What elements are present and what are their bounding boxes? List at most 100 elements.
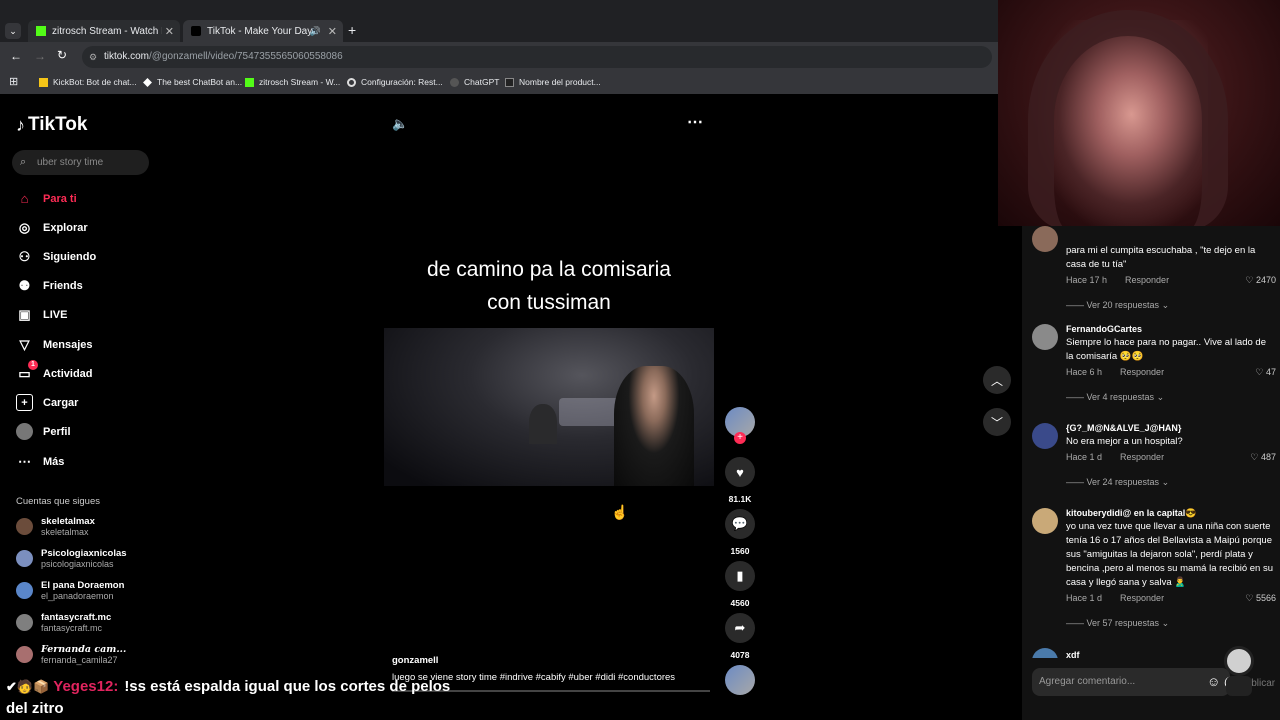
next-video-button[interactable]: ﹀ — [983, 408, 1011, 436]
bookmark-chatgpt[interactable]: ChatGPT — [450, 77, 499, 87]
chat-username: Yeges12: — [53, 678, 119, 695]
nav-explorar[interactable]: ◎ Explorar — [16, 219, 88, 236]
comment-username[interactable]: {G?_M@N&ALVE_J@HAN} — [1066, 423, 1181, 433]
bookmark-chatbot[interactable]: The best ChatBot an... — [143, 77, 242, 87]
avatar — [1032, 324, 1058, 350]
new-tab-button[interactable]: + — [348, 22, 356, 38]
comment-like-button[interactable]: ♡ 47 — [1255, 367, 1276, 378]
comment-like-button[interactable]: ♡ 2470 — [1245, 275, 1276, 286]
following-account[interactable]: El pana Doraemon el_panadoraemon — [16, 580, 124, 601]
video-caption-line-2: con tussiman — [487, 291, 611, 314]
comment-like-button[interactable]: ♡ 487 — [1250, 452, 1276, 463]
reload-icon[interactable]: ↻ — [57, 48, 67, 62]
nav-friends[interactable]: ⚉ Friends — [16, 277, 83, 294]
view-replies-button[interactable]: —— Ver 4 respuestas ⌄ — [1066, 392, 1164, 403]
speaker-icon[interactable]: 🔊 — [310, 26, 321, 37]
reply-button[interactable]: Responder — [1125, 275, 1169, 285]
nav-para-ti[interactable]: ⌂ Para ti — [16, 190, 77, 207]
kick-icon — [36, 26, 46, 36]
video-rear-passenger — [529, 404, 557, 444]
bookmark-config[interactable]: Configuración: Rest... — [347, 77, 443, 87]
save-button[interactable]: ▮ 4560 — [725, 561, 755, 608]
comment-username[interactable]: FernandoGCartes — [1066, 324, 1142, 334]
nav-actividad[interactable]: ▭ 1 Actividad — [16, 360, 93, 382]
following-account[interactable]: Fernanda cam... fernanda_camila27 — [16, 644, 126, 665]
video-player[interactable] — [384, 328, 714, 486]
nav-mas[interactable]: ⋯ Más — [16, 453, 64, 470]
chat-badges-icon: ✔🧑📦 — [6, 678, 50, 694]
avatar — [16, 518, 33, 535]
tiktok-note-icon: ♪ — [16, 114, 25, 135]
tiktok-sidebar: ♪ TikTok ⌕ uber story time ⌂ Para ti ◎ Exp… — [0, 96, 160, 720]
following-account[interactable]: fantasycraft.mc fantasycraft.mc — [16, 612, 111, 633]
reply-button[interactable]: Responder — [1120, 367, 1164, 377]
back-icon[interactable]: ← — [10, 49, 22, 63]
avatar — [1032, 508, 1058, 534]
compass-icon: ◎ — [18, 219, 31, 235]
cat-mascot-icon — [1214, 636, 1258, 696]
reply-button[interactable]: Responder — [1120, 452, 1164, 462]
nav-siguiendo[interactable]: ⚇ Siguiendo — [16, 248, 97, 265]
close-icon[interactable]: ✕ — [165, 25, 174, 38]
url-field[interactable]: ⚙ tiktok.com/@gonzamell/video/7547355565… — [82, 46, 992, 68]
activity-icon: ▭ 1 — [16, 360, 38, 382]
view-replies-button[interactable]: —— Ver 20 respuestas ⌄ — [1066, 300, 1169, 311]
video-light-spot — [559, 398, 619, 426]
bookmark-kickbot[interactable]: KickBot: Bot de chat... — [39, 77, 137, 87]
share-button[interactable]: ➦ 4078 — [725, 613, 755, 660]
bookmark-product[interactable]: Nombre del product... — [505, 77, 601, 87]
nav-cargar[interactable]: + Cargar — [16, 394, 78, 411]
video-author[interactable]: gonzamell — [392, 655, 438, 666]
live-tv-icon: ▣ — [18, 306, 31, 322]
comment-username[interactable]: kitouberydidi@ en la capital😎 — [1066, 508, 1197, 519]
tiktok-icon — [191, 26, 201, 36]
comment-username[interactable]: xdf — [1066, 650, 1080, 658]
comment-like-button[interactable]: ♡ 5566 — [1245, 593, 1276, 604]
comment-button[interactable]: 💬 1560 — [725, 509, 755, 556]
bookmark-zitrosch[interactable]: zitrosch Stream - W... — [245, 77, 340, 87]
nav-perfil[interactable]: Perfil — [16, 423, 71, 440]
avatar — [1032, 423, 1058, 449]
diamond-icon — [143, 77, 152, 87]
following-heading: Cuentas que sigues — [16, 496, 100, 507]
search-input[interactable]: ⌕ uber story time — [12, 150, 149, 175]
comment-bubble-icon: 💬 — [725, 509, 755, 539]
following-account[interactable]: skeletalmax skeletalmax — [16, 516, 95, 537]
reply-button[interactable]: Responder — [1120, 593, 1164, 603]
view-replies-button[interactable]: —— Ver 24 respuestas ⌄ — [1066, 477, 1169, 488]
comment-input[interactable]: Agregar comentario... @ — [1032, 668, 1237, 696]
nav-mensajes[interactable]: ▽ Mensajes — [16, 336, 93, 353]
music-disc-avatar[interactable] — [725, 665, 755, 695]
browser-tab-bar: ⌄ zitrosch Stream - Watch Live on ✕ TikT… — [0, 0, 1000, 42]
mouse-cursor-icon: ☝ — [611, 504, 629, 520]
previous-video-button[interactable]: ︿ — [983, 366, 1011, 394]
apps-grid-icon[interactable]: ⊞ — [9, 75, 18, 88]
tab-zitrosch[interactable]: zitrosch Stream - Watch Live on ✕ — [28, 20, 180, 42]
tab-search-icon[interactable]: ⌄ — [5, 23, 21, 39]
view-replies-button[interactable]: —— Ver 57 respuestas ⌄ — [1066, 618, 1169, 629]
nav-live[interactable]: ▣ LIVE — [16, 306, 67, 323]
close-icon[interactable]: ✕ — [328, 25, 337, 38]
chevron-down-icon: ﹀ — [990, 415, 1003, 430]
more-options-icon[interactable]: ⋯ — [687, 112, 703, 132]
avatar — [1032, 226, 1058, 252]
more-dots-icon: ⋯ — [18, 453, 31, 469]
kick-icon — [245, 77, 254, 87]
comment-item: {G?_M@N&ALVE_J@HAN} No era mejor a un ho… — [1032, 423, 1278, 493]
tab-tiktok[interactable]: TikTok - Make Your Day 🔊 ✕ — [183, 20, 343, 42]
comment-item: kitouberydidi@ en la capital😎 yo una vez… — [1032, 508, 1278, 628]
like-button[interactable]: ♥ 81.1K — [725, 457, 755, 504]
forward-icon[interactable]: → — [34, 49, 46, 63]
comment-item: para mi el cumpita escuchaba , "te dejo … — [1032, 226, 1278, 312]
send-icon: ▽ — [19, 336, 30, 352]
comment-item: FernandoGCartes Siempre lo hace para no … — [1032, 324, 1278, 404]
activity-badge: 1 — [28, 360, 38, 370]
follow-plus-icon[interactable]: + — [734, 432, 746, 444]
site-info-icon[interactable]: ⚙ — [89, 46, 97, 68]
stream-chat-overlay: ✔🧑📦 Yeges12: !ss está espalda igual que … — [0, 676, 560, 720]
heart-icon: ♥ — [725, 457, 755, 487]
tiktok-logo[interactable]: ♪ TikTok — [16, 114, 87, 136]
volume-icon[interactable]: 🔈 — [392, 116, 408, 132]
bookmarks-bar: ⊞ KickBot: Bot de chat... The best ChatB… — [0, 72, 1000, 94]
following-account[interactable]: Psicologiaxnicolas psicologiaxnicolas — [16, 548, 127, 569]
